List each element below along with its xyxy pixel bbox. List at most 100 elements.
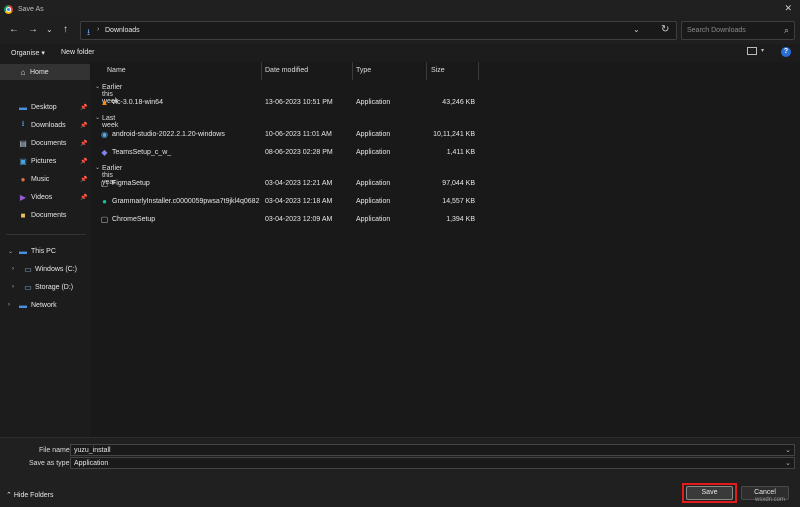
sidebar-item-windows-drive[interactable]: › ▭ Windows (C:)	[0, 261, 90, 277]
chevron-down-icon[interactable]: ⌄	[8, 248, 13, 255]
help-icon[interactable]: ?	[781, 47, 791, 57]
sidebar-item-desktop[interactable]: ▬ Desktop 📌	[0, 99, 90, 115]
chevron-down-icon[interactable]: ⌄	[95, 83, 100, 90]
sidebar-item-label: Network	[31, 301, 57, 309]
save-as-type-select[interactable]: Application ⌄	[70, 457, 795, 469]
breadcrumb-downloads[interactable]: Downloads	[105, 27, 140, 34]
file-name-field[interactable]: yuzu_install ⌄	[70, 444, 795, 456]
column-header-size[interactable]: Size	[431, 62, 445, 80]
pin-icon[interactable]: 📌	[80, 104, 87, 111]
file-row[interactable]: ▢ FigmaSetup 03-04-2023 12:21 AM Applica…	[90, 176, 490, 192]
chrome-icon: ▢	[100, 215, 109, 224]
file-row[interactable]: ● GrammarlyInstaller.c0000059pwsa7t9jkl4…	[90, 194, 490, 210]
sidebar-item-label: Home	[30, 68, 49, 76]
sidebar-item-network[interactable]: › ▬ Network	[0, 297, 90, 313]
command-toolbar: Organise ▾ New folder ▾ ?	[0, 44, 800, 62]
sidebar-item-pictures[interactable]: ▣ Pictures 📌	[0, 153, 90, 169]
sidebar-item-label: Documents	[31, 139, 67, 147]
file-size: 1,394 KB	[446, 216, 475, 223]
sidebar-item-label: This PC	[31, 247, 56, 255]
navigation-pane: ⌂ Home ▬ Desktop 📌 ⭳ Downloads 📌 ▤ Docum…	[0, 62, 90, 437]
back-arrow-icon[interactable]: ←	[9, 24, 19, 36]
file-list: Name Date modified Type Size ⌄ Earlier t…	[90, 62, 800, 437]
refresh-icon[interactable]: ↻	[661, 24, 669, 35]
chevron-down-icon[interactable]: ⌄	[785, 459, 791, 467]
grammarly-icon: ●	[102, 197, 107, 206]
view-dropdown-icon[interactable]: ▾	[761, 47, 764, 54]
sidebar-item-label: Windows (C:)	[35, 265, 78, 273]
file-row[interactable]: ◆ TeamsSetup_c_w_ 08-06-2023 02:28 PM Ap…	[90, 145, 490, 161]
chevron-right-icon[interactable]: ›	[12, 284, 14, 290]
file-name: GrammarlyInstaller.c0000059pwsa7t9jkl4q0…	[112, 198, 260, 205]
save-button[interactable]: Save	[686, 486, 733, 500]
file-name: android-studio-2022.2.1.20-windows	[112, 131, 225, 138]
file-type: Application	[356, 149, 391, 156]
sidebar-item-downloads[interactable]: ⭳ Downloads 📌	[0, 117, 90, 133]
file-date: 08-06-2023 02:28 PM	[265, 149, 333, 156]
address-bar[interactable]: ⭳ › Downloads ⌄ ↻	[80, 21, 677, 40]
file-row[interactable]: ◉ android-studio-2022.2.1.20-windows 10-…	[90, 127, 490, 143]
chevron-down-icon[interactable]: ⌄	[785, 446, 791, 454]
sidebar-item-label: Desktop	[31, 103, 57, 111]
view-options-icon[interactable]	[747, 47, 757, 55]
pin-icon[interactable]: 📌	[80, 140, 87, 147]
save-as-type-value: Application	[74, 460, 109, 467]
file-type: Application	[356, 216, 391, 223]
sidebar-item-storage-drive[interactable]: › ▭ Storage (D:)	[0, 279, 90, 295]
file-name: ChromeSetup	[112, 216, 156, 223]
sidebar-item-this-pc[interactable]: ⌄ ▬ This PC	[0, 243, 90, 259]
file-row[interactable]: ▲ vlc-3.0.18-win64 13-06-2023 10:51 PM A…	[90, 95, 490, 111]
file-row[interactable]: ▢ ChromeSetup 03-04-2023 12:09 AM Applic…	[90, 212, 490, 228]
title-bar: Save As ✕	[0, 0, 800, 18]
chevron-down-icon[interactable]: ⌄	[95, 114, 100, 121]
column-header-date[interactable]: Date modified	[265, 62, 308, 80]
sidebar-item-music[interactable]: ● Music 📌	[0, 171, 90, 187]
pin-icon[interactable]: 📌	[80, 176, 87, 183]
pin-icon[interactable]: 📌	[80, 122, 87, 129]
chevron-right-icon[interactable]: ›	[12, 266, 14, 272]
sidebar-item-label: Downloads	[31, 121, 66, 129]
close-icon[interactable]: ✕	[784, 3, 792, 14]
figma-icon: ▢	[100, 179, 109, 188]
pin-icon[interactable]: 📌	[80, 194, 87, 201]
file-name: FigmaSetup	[112, 180, 150, 187]
sidebar-item-label: Videos	[31, 193, 53, 201]
recent-locations-chevron-icon[interactable]: ⌄	[46, 24, 53, 36]
sidebar-item-label: Documents	[31, 211, 67, 219]
column-divider[interactable]	[261, 62, 262, 80]
file-date: 13-06-2023 10:51 PM	[265, 99, 333, 106]
download-icon: ⭳	[21, 119, 25, 128]
sidebar-item-home[interactable]: ⌂ Home	[0, 64, 90, 80]
android-studio-icon: ◉	[101, 130, 108, 139]
breadcrumb-separator: ›	[97, 26, 100, 33]
up-arrow-icon[interactable]: ↑	[63, 24, 68, 36]
column-divider[interactable]	[352, 62, 353, 80]
download-icon: ⭳	[87, 27, 91, 37]
search-input[interactable]: Search Downloads ⌕	[681, 21, 795, 40]
chevron-down-icon[interactable]: ⌄	[95, 164, 100, 171]
hide-folders-toggle[interactable]: ⌃ Hide Folders	[6, 491, 54, 499]
column-header-name[interactable]: Name	[107, 62, 126, 80]
organise-button[interactable]: Organise ▾	[11, 49, 45, 57]
documents-icon: ▤	[19, 138, 27, 148]
teams-icon: ◆	[101, 148, 108, 157]
computer-icon: ▬	[19, 246, 27, 256]
chevron-down-icon[interactable]: ⌄	[633, 25, 640, 34]
new-folder-button[interactable]: New folder	[61, 49, 94, 56]
hide-folders-label: Hide Folders	[13, 492, 54, 499]
sidebar-divider	[6, 234, 86, 235]
sidebar-item-documents[interactable]: ▤ Documents 📌	[0, 135, 90, 151]
column-header-type[interactable]: Type	[356, 62, 371, 80]
videos-icon: ▶	[19, 192, 27, 202]
column-divider[interactable]	[478, 62, 479, 80]
chevron-right-icon[interactable]: ›	[8, 302, 10, 308]
sidebar-item-videos[interactable]: ▶ Videos 📌	[0, 189, 90, 205]
sidebar-item-documents-folder[interactable]: ■ Documents	[0, 207, 90, 223]
file-size: 1,411 KB	[446, 149, 475, 156]
file-size: 14,557 KB	[442, 198, 475, 205]
forward-arrow-icon[interactable]: →	[28, 24, 38, 36]
column-divider[interactable]	[426, 62, 427, 80]
file-name-label: File name:	[39, 447, 72, 454]
pin-icon[interactable]: 📌	[80, 158, 87, 165]
file-date: 03-04-2023 12:18 AM	[265, 198, 333, 205]
